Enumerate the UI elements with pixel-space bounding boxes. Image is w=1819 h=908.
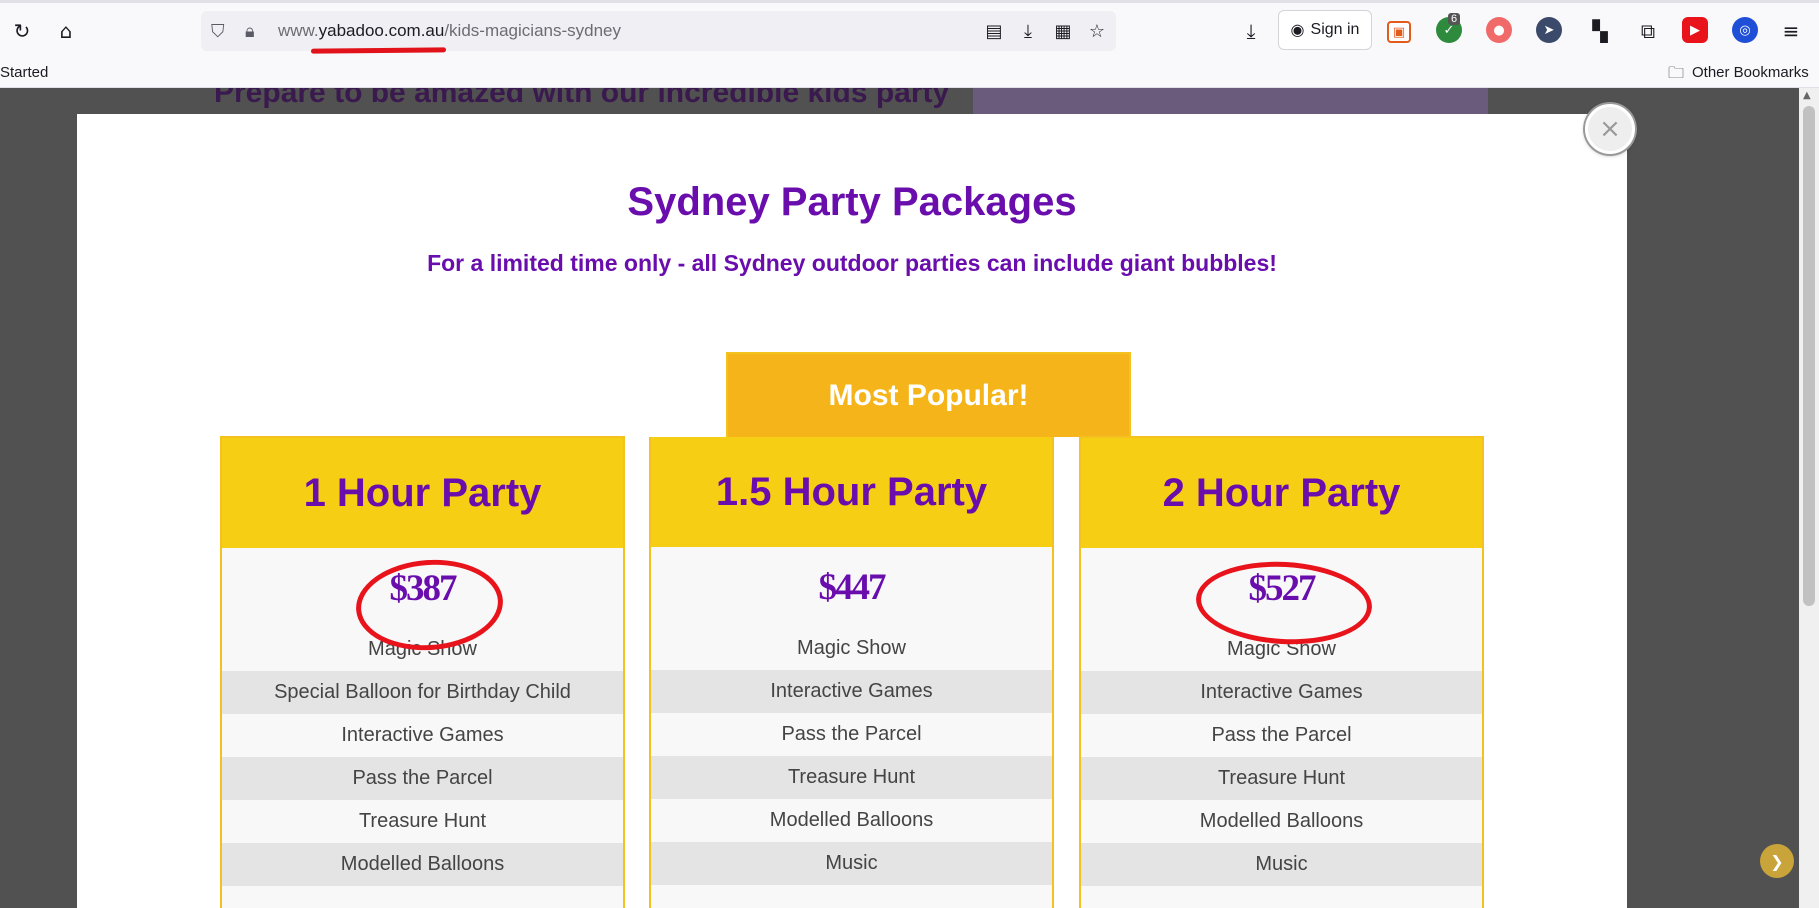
feature-row: Pass the Parcel — [1211, 724, 1352, 746]
package-card-1-5-hour: 1.5 Hour Party $447 Magic Show Interacti… — [649, 437, 1054, 908]
extension-badge: 6 — [1448, 13, 1461, 25]
record-extension-icon[interactable]: ● — [1486, 17, 1512, 43]
url-text[interactable]: www.yabadoo.com.au/kids-magicians-sydney — [278, 21, 621, 41]
sign-in-button[interactable]: ◉ Sign in — [1278, 10, 1372, 50]
url-domain: yabadoo.com.au — [318, 21, 445, 40]
reader-view-icon[interactable]: ▤ — [982, 19, 1006, 43]
package-card-1-hour: 1 Hour Party $387 Magic Show Special Bal… — [220, 436, 625, 908]
feature-row: Music — [1081, 843, 1482, 886]
target-extension-icon[interactable]: ◎ — [1732, 17, 1758, 43]
extensions-puzzle-icon[interactable]: ⧉ — [1632, 15, 1664, 47]
party-packages-modal: Sydney Party Packages For a limited time… — [77, 114, 1627, 908]
feature-row-empty — [1081, 886, 1482, 908]
feature-row: Treasure Hunt — [1081, 757, 1482, 800]
reload-icon[interactable]: ↻ — [6, 15, 38, 47]
screen-capture-extension-icon[interactable]: ▣ — [1387, 21, 1411, 43]
scroll-up-arrow-icon[interactable]: ▲ — [1803, 90, 1811, 101]
url-path: /kids-magicians-sydney — [444, 21, 622, 40]
other-bookmarks-folder[interactable]: Other Bookmarks — [1692, 64, 1809, 81]
page-scrollbar[interactable]: ▲ — [1799, 88, 1819, 908]
lock-icon[interactable]: 🔒︎ — [245, 21, 255, 42]
close-modal-button[interactable]: × — [1585, 104, 1635, 154]
background-hero-image — [973, 88, 1488, 114]
feature-row: Treasure Hunt — [358, 810, 487, 832]
folder-icon: 🗀 — [1668, 65, 1685, 82]
feature-row: Pass the Parcel — [222, 757, 623, 800]
background-heading: Prepare to be amazed with our incredible… — [214, 88, 950, 109]
modal-subtitle: For a limited time only - all Sydney out… — [427, 250, 1277, 276]
bookmark-star-icon[interactable]: ☆ — [1085, 19, 1109, 43]
downloads-icon[interactable]: ⤓ — [1235, 15, 1267, 47]
bookmarks-bar: Started 🗀 Other Bookmarks — [0, 58, 1819, 88]
feature-row: Modelled Balloons — [769, 809, 934, 831]
feature-row: Special Balloon for Birthday Child — [222, 671, 623, 714]
feature-row: Modelled Balloons — [1199, 810, 1364, 832]
cursor-extension-icon[interactable]: ➤ — [1536, 17, 1562, 43]
package-price: $447 — [651, 547, 1052, 627]
video-extension-icon[interactable]: ▶ — [1682, 17, 1708, 43]
bookmark-item-started[interactable]: Started — [0, 64, 48, 81]
feature-row-empty — [651, 885, 1052, 908]
feature-row: Modelled Balloons — [222, 843, 623, 886]
scrollbar-thumb[interactable] — [1803, 106, 1815, 606]
sign-in-label: Sign in — [1310, 21, 1360, 38]
tracking-shield-icon[interactable]: ⛉ — [211, 21, 225, 42]
package-name: 1.5 Hour Party — [651, 437, 1052, 547]
feature-row-empty — [222, 886, 623, 908]
feature-row: Music — [651, 842, 1052, 885]
address-bar[interactable]: ⛉ 🔒︎ www.yabadoo.com.au/kids-magicians-s… — [201, 11, 1116, 51]
most-popular-banner: Most Popular! — [726, 352, 1131, 437]
price-value: $447 — [818, 566, 887, 608]
feature-row: Interactive Games — [651, 670, 1052, 713]
feature-row: Pass the Parcel — [781, 723, 922, 745]
package-name: 1 Hour Party — [222, 438, 623, 548]
qr-code-icon[interactable]: ▦ — [1051, 19, 1075, 43]
menu-icon[interactable]: ≡ — [1775, 15, 1807, 47]
browser-toolbar: ↻ ⌂ ⛉ 🔒︎ www.yabadoo.com.au/kids-magicia… — [0, 0, 1819, 58]
package-card-2-hour: 2 Hour Party $527 Magic Show Interactive… — [1079, 436, 1484, 908]
account-icon: ◉ — [1290, 22, 1305, 39]
background-arrow-icon[interactable]: ❯ — [1760, 844, 1794, 878]
feature-row: Treasure Hunt — [651, 756, 1052, 799]
save-to-pocket-icon[interactable]: ⤓ — [1016, 19, 1040, 43]
package-name: 2 Hour Party — [1081, 438, 1482, 548]
feature-row: Magic Show — [797, 637, 906, 659]
modal-title: Sydney Party Packages — [627, 180, 1077, 224]
url-prefix: www. — [278, 21, 319, 40]
feature-row: Interactive Games — [341, 724, 504, 746]
url-underline-annotation — [310, 47, 447, 54]
apps-grid-icon[interactable]: ▚ — [1584, 15, 1616, 47]
feature-row: Interactive Games — [1081, 671, 1482, 714]
home-icon[interactable]: ⌂ — [50, 15, 82, 47]
